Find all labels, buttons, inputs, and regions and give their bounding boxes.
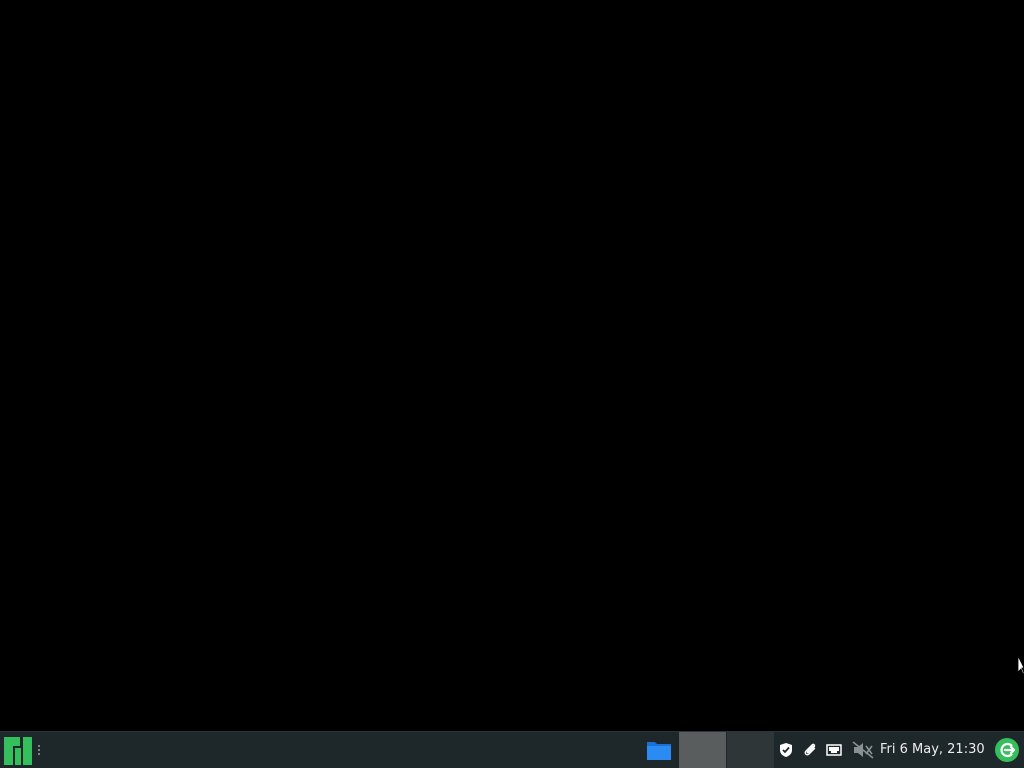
panel-drag-handle[interactable] (37, 744, 41, 756)
workspace-1[interactable] (678, 732, 726, 768)
volume-muted-icon (852, 741, 874, 759)
tray-item-clipboard[interactable] (798, 732, 822, 768)
panel-clock[interactable]: Fri 6 May, 21:30 (880, 732, 990, 768)
paperclip-icon (804, 743, 816, 756)
tray-item-network[interactable] (822, 732, 846, 768)
tray-item-security[interactable] (774, 732, 798, 768)
system-tray (774, 732, 880, 768)
workspace-2[interactable] (726, 732, 774, 768)
manjaro-logo-icon (4, 737, 32, 765)
desktop-background[interactable] (0, 0, 1024, 731)
file-manager-icon (647, 742, 671, 760)
application-menu-button[interactable] (2, 735, 34, 767)
mouse-cursor-icon (1017, 655, 1024, 675)
network-wired-icon (826, 744, 842, 756)
workspace-pager (678, 732, 774, 768)
bottom-panel: Fri 6 May, 21:30 (0, 731, 1024, 768)
taskbar-item-file-manager[interactable] (640, 732, 678, 768)
logout-power-icon[interactable] (994, 737, 1020, 763)
shield-check-icon (780, 743, 792, 757)
tray-item-volume[interactable] (846, 732, 880, 768)
